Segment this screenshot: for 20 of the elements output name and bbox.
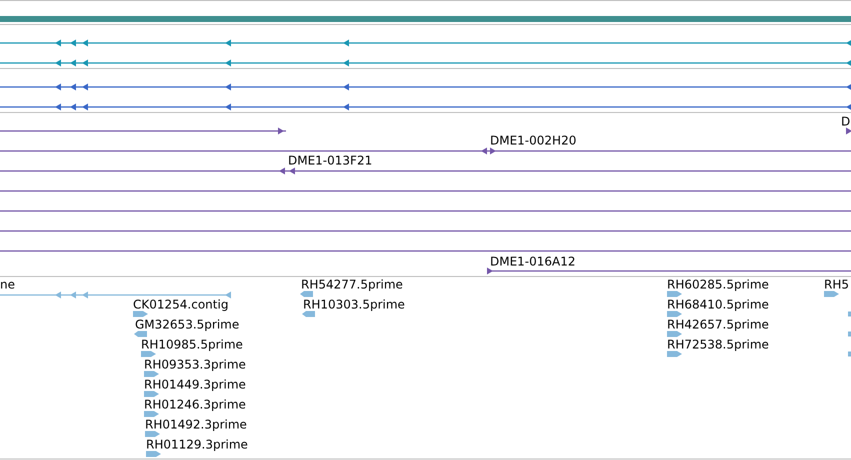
est-label: ne (0, 278, 15, 292)
est-label: CK01254.contig (133, 298, 228, 312)
est-label: RH60285.5prime (667, 278, 769, 292)
clone-label: DME1-013F21 (288, 154, 372, 168)
est-label: RH01449.3prime (144, 378, 246, 392)
est-label: RH10303.5prime (303, 298, 405, 312)
clone-label: DME1-002H20 (490, 134, 576, 148)
est-label: GM32653.5prime (135, 318, 240, 332)
clone-label: D (841, 114, 850, 128)
est-label: RH68410.5prime (667, 298, 769, 312)
est-label: RH01492.3prime (145, 418, 247, 432)
est-label: RH01129.3prime (146, 438, 248, 452)
est-label: RH72538.5prime (667, 338, 769, 352)
est-label: RH01246.3prime (144, 398, 246, 412)
est-label: RH42657.5prime (667, 318, 769, 332)
est-label: RH10985.5prime (141, 338, 243, 352)
est-label: RH54277.5prime (301, 278, 403, 292)
est-label: RH09353.3prime (144, 358, 246, 372)
clone-label: DME1-016A12 (490, 254, 576, 268)
est-label: RH5 (824, 278, 849, 292)
